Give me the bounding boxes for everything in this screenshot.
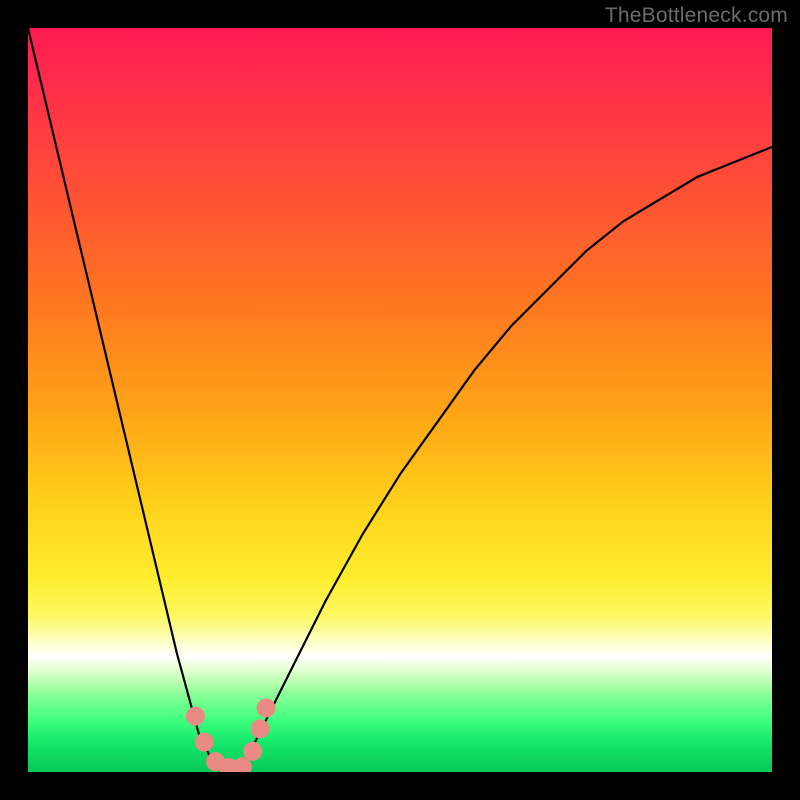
bottleneck-curve [28,28,772,772]
curve-marker [257,699,276,718]
curve-markers [186,699,276,773]
curve-marker [186,707,205,726]
watermark-text: TheBottleneck.com [605,4,788,28]
bottleneck-chart [28,28,772,772]
curve-marker [243,742,262,761]
curve-marker [195,733,214,752]
curve-marker [251,719,270,738]
chart-frame [28,28,772,772]
